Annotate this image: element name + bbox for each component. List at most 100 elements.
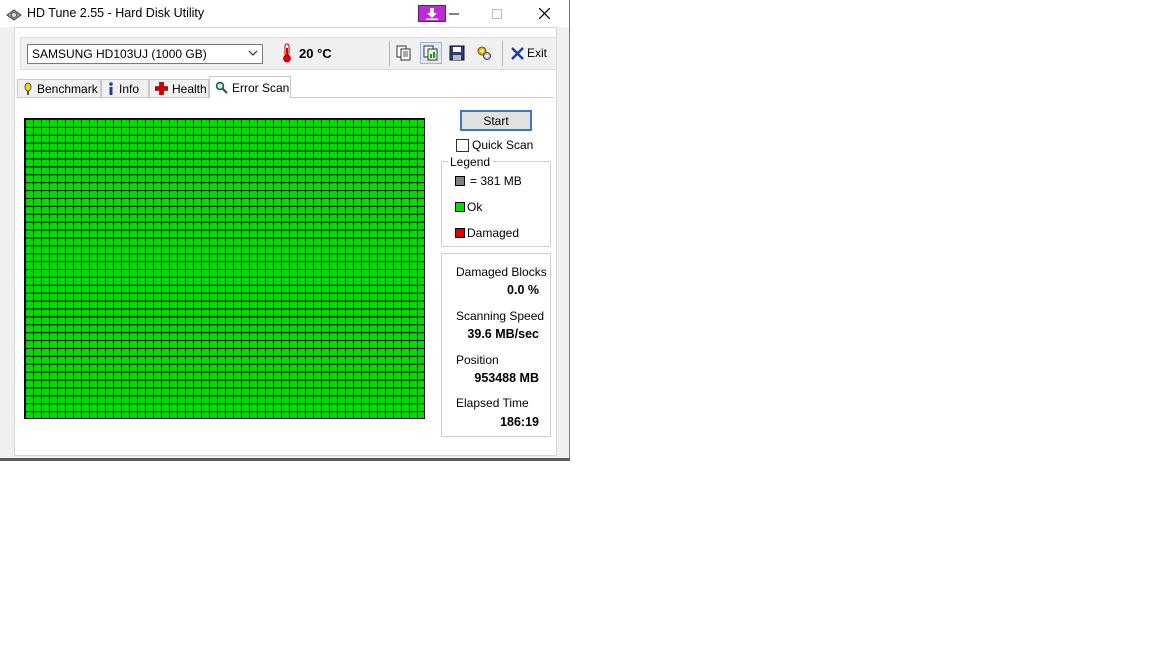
- tab-health[interactable]: Health: [149, 79, 209, 97]
- scan-block: [226, 317, 233, 325]
- scan-block: [130, 317, 137, 325]
- scan-block: [138, 120, 145, 127]
- save-button[interactable]: [446, 42, 468, 64]
- scan-block: [354, 120, 361, 127]
- scan-block: [42, 270, 49, 277]
- start-button[interactable]: Start: [460, 110, 532, 131]
- scan-block: [106, 380, 113, 388]
- scan-block: [378, 396, 385, 404]
- tab-info[interactable]: Info: [101, 79, 149, 97]
- scan-block: [186, 120, 193, 127]
- scan-block: [410, 396, 417, 404]
- scan-block: [130, 246, 137, 254]
- scan-block: [282, 198, 289, 206]
- scan-block: [58, 396, 65, 404]
- scan-block: [410, 135, 417, 143]
- scan-block: [218, 127, 225, 135]
- scan-block: [138, 404, 145, 412]
- scan-block: [242, 230, 249, 238]
- scan-block: [274, 230, 281, 238]
- scan-block: [26, 214, 33, 222]
- scan-block: [370, 222, 377, 230]
- copy-info-button[interactable]: [393, 42, 415, 64]
- tab-error-scan[interactable]: Error Scan: [209, 76, 291, 98]
- scan-block: [370, 120, 377, 127]
- scan-block: [410, 333, 417, 341]
- scan-block: [410, 388, 417, 396]
- scan-block: [410, 167, 417, 175]
- scan-block: [338, 262, 345, 269]
- scan-block: [258, 222, 265, 230]
- scan-block: [410, 214, 417, 222]
- scan-block: [306, 325, 313, 333]
- scan-block: [258, 151, 265, 159]
- scan-block: [146, 277, 153, 285]
- scan-block: [210, 364, 217, 372]
- scan-block: [362, 325, 369, 333]
- scan-block: [34, 191, 41, 198]
- scan-block: [306, 246, 313, 254]
- toolbar-separator: [389, 41, 390, 66]
- scan-block: [226, 309, 233, 317]
- copy-screenshot-button[interactable]: [420, 42, 442, 64]
- scan-block: [402, 277, 409, 285]
- scan-block: [306, 270, 313, 277]
- drive-select[interactable]: SAMSUNG HD103UJ (1000 GB): [27, 44, 263, 64]
- scan-block: [250, 191, 257, 198]
- scan-block: [410, 293, 417, 301]
- scan-block: [202, 222, 209, 230]
- scan-block: [322, 159, 329, 167]
- scan-block: [418, 309, 424, 317]
- scan-block: [226, 293, 233, 301]
- scan-block: [346, 167, 353, 175]
- options-button[interactable]: [473, 42, 495, 64]
- scan-block: [26, 325, 33, 333]
- maximize-button[interactable]: [485, 0, 509, 27]
- scan-block: [234, 388, 241, 396]
- scan-block: [146, 198, 153, 206]
- scan-block: [298, 388, 305, 396]
- scan-block: [58, 412, 65, 418]
- scan-block: [178, 380, 185, 388]
- scan-block: [402, 270, 409, 277]
- scan-block: [386, 167, 393, 175]
- scan-block: [386, 151, 393, 159]
- scan-block: [378, 191, 385, 198]
- scan-block: [266, 214, 273, 222]
- scan-block: [330, 143, 337, 151]
- scan-block: [74, 270, 81, 277]
- scan-block: [234, 325, 241, 333]
- tab-benchmark[interactable]: Benchmark: [17, 79, 101, 97]
- scan-block: [250, 159, 257, 167]
- scan-block: [106, 175, 113, 183]
- scan-block: [154, 198, 161, 206]
- quick-scan-checkbox[interactable]: [456, 138, 469, 152]
- quick-scan-option[interactable]: Quick Scan: [456, 138, 533, 152]
- scan-block: [114, 238, 121, 246]
- scan-block: [82, 388, 89, 396]
- scan-block: [106, 372, 113, 380]
- scan-block: [98, 380, 105, 388]
- scan-block: [330, 127, 337, 135]
- download-arrow-icon[interactable]: [418, 5, 446, 22]
- scan-block: [202, 214, 209, 222]
- close-button[interactable]: [528, 0, 560, 27]
- scan-block: [154, 183, 161, 191]
- scan-block: [162, 372, 169, 380]
- scan-block: [210, 388, 217, 396]
- scan-block: [186, 404, 193, 412]
- title-bar[interactable]: HD Tune 2.55 - Hard Disk Utility: [0, 0, 569, 27]
- scan-block: [394, 143, 401, 151]
- exit-button[interactable]: Exit: [511, 43, 547, 63]
- scan-block: [130, 293, 137, 301]
- scan-block: [418, 277, 424, 285]
- scan-block: [418, 222, 424, 230]
- scan-block: [218, 277, 225, 285]
- minimize-button[interactable]: [446, 0, 462, 27]
- scan-block: [298, 301, 305, 309]
- scan-block: [122, 333, 129, 341]
- scan-block: [138, 301, 145, 309]
- scan-block: [194, 293, 201, 301]
- scan-block: [274, 356, 281, 364]
- scan-block: [98, 198, 105, 206]
